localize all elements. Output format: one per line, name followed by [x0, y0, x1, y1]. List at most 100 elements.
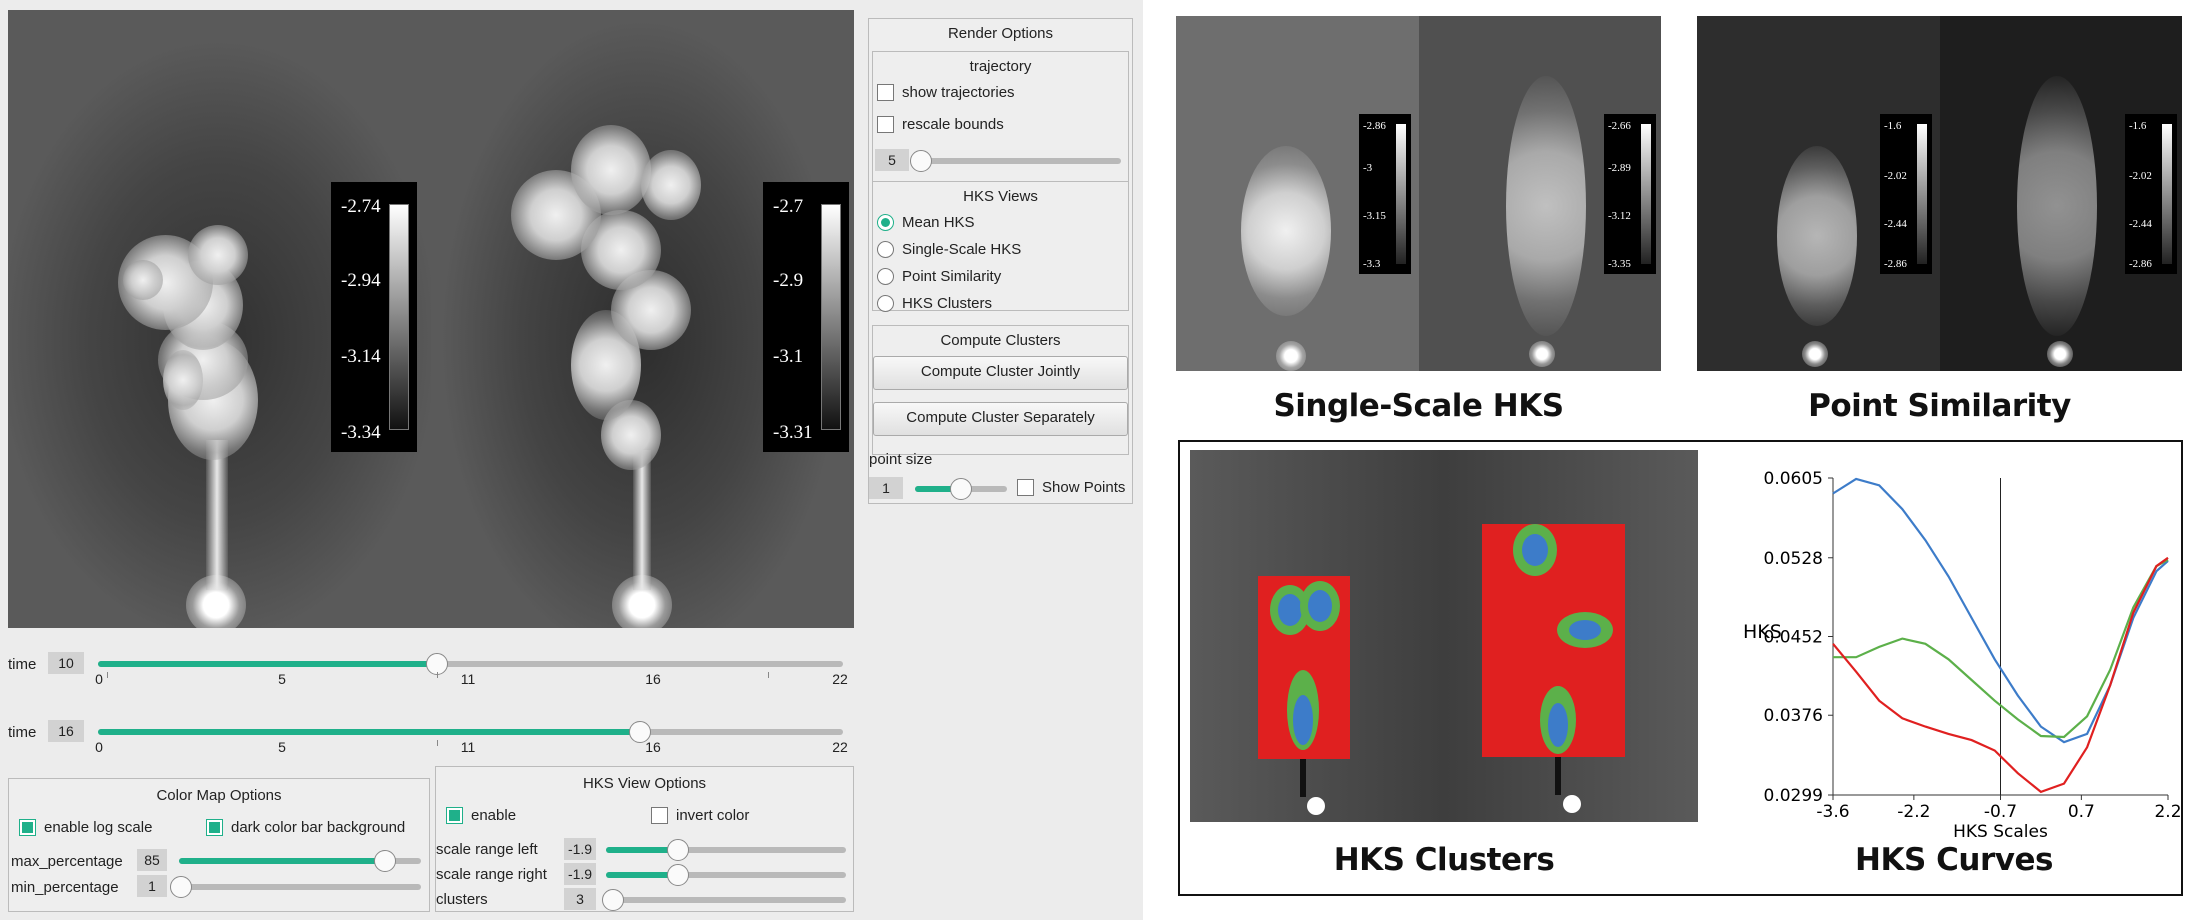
- plume-blob: [123, 260, 163, 300]
- colorbar-label: -3.31: [773, 422, 813, 443]
- single-scale-caption: Single-Scale HKS: [1273, 388, 1564, 424]
- radio-icon[interactable]: [877, 268, 894, 285]
- x-tick-label: -0.7: [1984, 802, 2017, 822]
- app-window: -2.74 -2.94 -3.14 -3.34 -2.7 -2.9 -3.1 -…: [0, 0, 1143, 920]
- trajectory-value: 5: [875, 149, 909, 171]
- checkbox-icon[interactable]: [877, 84, 894, 101]
- colorbar-label: -2.86: [1884, 258, 1907, 270]
- plume-stem: [206, 440, 228, 590]
- min-percentage-label: min_percentage: [11, 879, 119, 896]
- radio-icon[interactable]: [877, 295, 894, 312]
- radio-icon[interactable]: [877, 241, 894, 258]
- time-slider-1[interactable]: [98, 653, 843, 675]
- plume-blob: [163, 350, 203, 410]
- radio-point-similarity[interactable]: Point Similarity: [877, 268, 1001, 285]
- checkbox-icon[interactable]: [651, 807, 668, 824]
- figure-panels: -2.86 -3 -3.15 -3.3 -2.66 -2.89 -3.12 -3…: [1143, 0, 2202, 920]
- x-tick-label: -2.2: [1897, 802, 1930, 822]
- max-percentage-value: 85: [137, 849, 167, 871]
- tick-label: 16: [645, 739, 661, 755]
- show-points-checkbox[interactable]: Show Points: [1017, 479, 1125, 496]
- colorbar-gradient: [389, 204, 409, 430]
- source-glow: [2047, 341, 2073, 367]
- y-tick-label: 0.0299: [1764, 786, 1823, 806]
- source-glow: [1802, 341, 1828, 367]
- cluster-region: [1548, 703, 1568, 747]
- slider-handle[interactable]: [602, 889, 625, 911]
- trajectory-slider[interactable]: [910, 150, 1121, 172]
- checkbox-label: invert color: [676, 807, 750, 824]
- colorbar-label: -2.74: [341, 196, 381, 217]
- scale-range-left-label: scale range left: [436, 841, 538, 858]
- slider-handle[interactable]: [667, 839, 689, 861]
- x-tick-label: 0.7: [2068, 802, 2095, 822]
- cluster-overlay: [1258, 524, 1625, 815]
- colorbar-gradient: [1641, 124, 1651, 264]
- radio-icon[interactable]: [877, 214, 894, 231]
- checkbox-icon[interactable]: [1017, 479, 1034, 496]
- time-slider-fill: [98, 661, 437, 667]
- compute-separately-button[interactable]: Compute Cluster Separately: [873, 402, 1128, 436]
- scale-range-left-value: -1.9: [564, 838, 596, 860]
- colorbar-label: -1.6: [1884, 120, 1902, 132]
- checkbox-icon[interactable]: [206, 819, 223, 836]
- hks-enable-checkbox[interactable]: enable: [446, 807, 516, 824]
- max-percentage-slider[interactable]: [179, 850, 421, 872]
- colorbar-label: -3.14: [341, 346, 381, 367]
- slider-handle[interactable]: [170, 876, 193, 898]
- colorbar-label: -2.86: [2129, 258, 2152, 270]
- rescale-bounds-checkbox[interactable]: rescale bounds: [877, 116, 1004, 133]
- radio-single-scale-hks[interactable]: Single-Scale HKS: [877, 241, 1021, 258]
- colorbar-label: -2.66: [1608, 120, 1631, 132]
- plume-blob: [641, 150, 701, 220]
- checkbox-icon[interactable]: [19, 819, 36, 836]
- min-percentage-slider[interactable]: [170, 876, 421, 898]
- colorbar-label: -3.35: [1608, 258, 1631, 270]
- source-glow: [1529, 341, 1555, 367]
- checkbox-icon[interactable]: [877, 116, 894, 133]
- scale-range-right-slider[interactable]: [606, 864, 846, 886]
- point-size-value: 1: [869, 477, 903, 499]
- colorbar-gradient: [1917, 124, 1927, 264]
- time-slider-2[interactable]: [98, 721, 843, 743]
- checkbox-label: rescale bounds: [902, 116, 1004, 133]
- radio-hks-clusters[interactable]: HKS Clusters: [877, 295, 992, 312]
- clusters-curves-frame: HKS Clusters -3.6 -2.2 -0.7 0.7 2.2 0.0605 0.0…: [1178, 440, 2183, 896]
- radio-label: Mean HKS: [902, 214, 975, 231]
- checkbox-icon[interactable]: [446, 807, 463, 824]
- cluster-region: [1522, 534, 1548, 566]
- checkbox-label: enable: [471, 807, 517, 824]
- slider-handle[interactable]: [950, 478, 972, 500]
- y-tick-label: 0.0376: [1764, 706, 1823, 726]
- checkbox-label: enable log scale: [44, 819, 153, 836]
- colorbar-right: -2.7 -2.9 -3.1 -3.31: [763, 182, 849, 452]
- radio-label: Point Similarity: [902, 268, 1002, 285]
- colorbar-left: -2.74 -2.94 -3.14 -3.34: [331, 182, 417, 452]
- colorbar-label: -2.94: [341, 270, 381, 291]
- show-trajectories-checkbox[interactable]: show trajectories: [877, 84, 1015, 101]
- colorbar-gradient: [2162, 124, 2172, 264]
- slider-handle[interactable]: [373, 850, 396, 872]
- compute-jointly-button[interactable]: Compute Cluster Jointly: [873, 356, 1128, 390]
- slider-handle[interactable]: [910, 150, 932, 172]
- tick-label: 5: [278, 671, 286, 687]
- clusters-slider[interactable]: [602, 889, 846, 911]
- colorbar-label: -2.89: [1608, 162, 1631, 174]
- tick-label: 0: [95, 739, 103, 755]
- x-axis-label: HKS Scales: [1953, 822, 2048, 840]
- colorbar-label: -3.3: [1363, 258, 1381, 270]
- scale-range-left-slider[interactable]: [606, 839, 846, 861]
- log-scale-checkbox[interactable]: enable log scale: [19, 819, 152, 836]
- volume-viewport[interactable]: -2.74 -2.94 -3.14 -3.34 -2.7 -2.9 -3.1 -…: [8, 10, 854, 628]
- invert-color-checkbox[interactable]: invert color: [651, 807, 749, 824]
- trajectory-group: trajectory show trajectories rescale bou…: [872, 51, 1129, 195]
- slider-handle[interactable]: [667, 864, 689, 886]
- point-size-slider[interactable]: [915, 478, 1007, 500]
- clusters-value: 3: [564, 888, 596, 910]
- radio-mean-hks[interactable]: Mean HKS: [877, 214, 975, 231]
- colorbar-label: -3: [1363, 162, 1373, 174]
- colorbar-label: -3.12: [1608, 210, 1631, 222]
- dark-bg-checkbox[interactable]: dark color bar background: [206, 819, 405, 836]
- tick-label: 5: [278, 739, 286, 755]
- checkbox-label: Show Points: [1042, 479, 1126, 496]
